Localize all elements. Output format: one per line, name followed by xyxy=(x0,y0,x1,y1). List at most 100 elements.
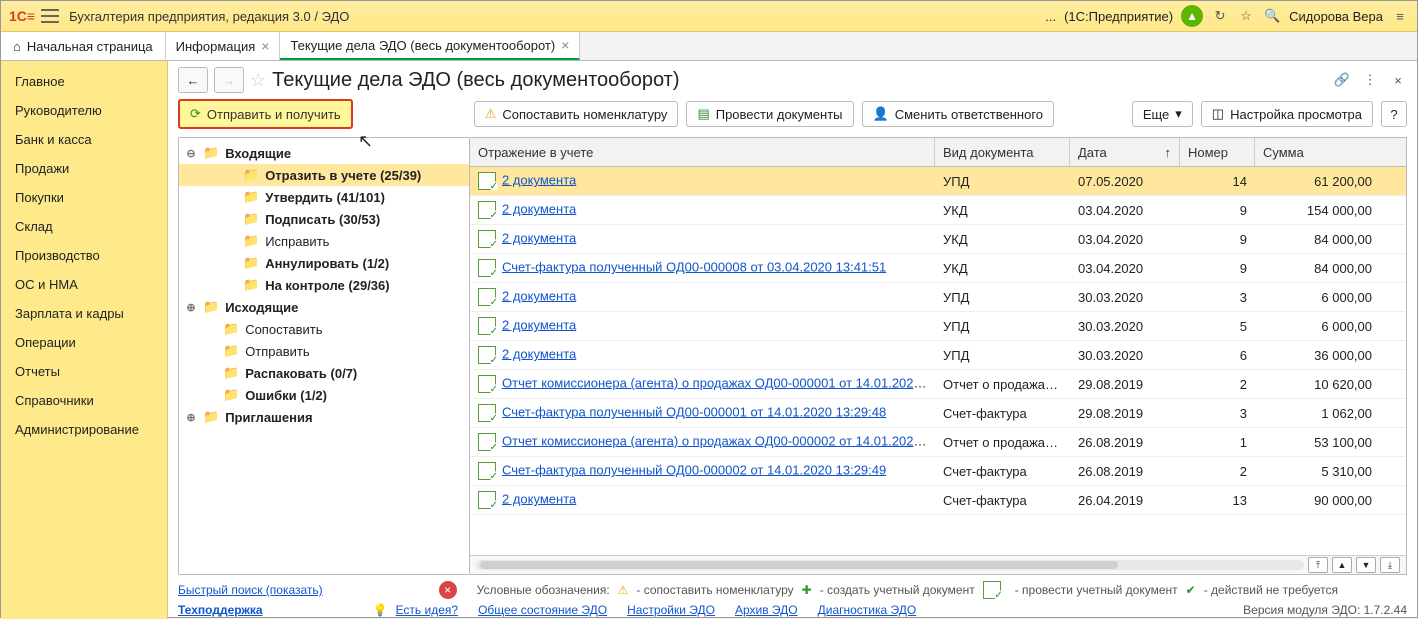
table-row[interactable]: 2 документаУПД30.03.202056 000,00 xyxy=(470,312,1406,341)
footer-link[interactable]: Настройки ЭДО xyxy=(627,603,715,617)
document-link[interactable]: Счет-фактура полученный ОД00-000001 от 1… xyxy=(502,404,886,419)
document-link[interactable]: Отчет комиссионера (агента) о продажах О… xyxy=(502,375,932,390)
tree-node[interactable]: 📁Утвердить (41/101) xyxy=(179,186,469,208)
sidebar-item[interactable]: Банк и касса xyxy=(1,125,167,154)
table-row[interactable]: 2 документаУКД03.04.20209154 000,00 xyxy=(470,196,1406,225)
table-row[interactable]: 2 документаУКД03.04.2020984 000,00 xyxy=(470,225,1406,254)
tree-node[interactable]: 📁Распаковать (0/7) xyxy=(179,362,469,384)
horizontal-scrollbar[interactable] xyxy=(476,560,1304,570)
sidebar-item[interactable]: Производство xyxy=(1,241,167,270)
star-icon[interactable]: ☆ xyxy=(250,70,266,91)
grid-first-button[interactable]: ⤒ xyxy=(1308,557,1328,573)
tree-label: Ошибки (1/2) xyxy=(245,388,327,403)
expand-icon[interactable]: ⊕ xyxy=(185,411,197,424)
document-link[interactable]: 2 документа xyxy=(502,172,576,187)
sidebar-item[interactable]: Руководителю xyxy=(1,96,167,125)
nav-back-button[interactable]: ← xyxy=(178,67,208,93)
document-link[interactable]: 2 документа xyxy=(502,201,576,216)
sidebar-item[interactable]: Продажи xyxy=(1,154,167,183)
nav-forward-button[interactable]: → xyxy=(214,67,244,93)
quick-search-link[interactable]: Быстрый поиск (показать) xyxy=(178,583,323,597)
sidebar-item[interactable]: Отчеты xyxy=(1,357,167,386)
favorite-icon[interactable]: ☆ xyxy=(1237,7,1255,25)
col-header[interactable]: Сумма xyxy=(1255,138,1380,166)
document-link[interactable]: Счет-фактура полученный ОД00-000008 от 0… xyxy=(502,259,886,274)
col-header-date[interactable]: Дата ↑ xyxy=(1070,138,1180,166)
sidebar-item[interactable]: ОС и НМА xyxy=(1,270,167,299)
document-link[interactable]: 2 документа xyxy=(502,346,576,361)
close-page-icon[interactable]: × xyxy=(1389,71,1407,89)
sidebar-item[interactable]: Зарплата и кадры xyxy=(1,299,167,328)
window-menu-icon[interactable]: ≡ xyxy=(1391,7,1409,25)
table-row[interactable]: 2 документаУПД30.03.2020636 000,00 xyxy=(470,341,1406,370)
table-row[interactable]: 2 документаСчет-фактура26.04.20191390 00… xyxy=(470,486,1406,515)
document-link[interactable]: Отчет комиссионера (агента) о продажах О… xyxy=(502,433,932,448)
table-row[interactable]: Отчет комиссионера (агента) о продажах О… xyxy=(470,370,1406,399)
table-row[interactable]: Счет-фактура полученный ОД00-000008 от 0… xyxy=(470,254,1406,283)
conduct-documents-button[interactable]: ▤ Провести документы xyxy=(686,101,853,127)
tab-home[interactable]: ⌂ Начальная страница xyxy=(1,32,166,60)
history-icon[interactable]: ↻ xyxy=(1211,7,1229,25)
tree-node[interactable]: ⊖📁Входящие xyxy=(179,142,469,164)
document-link[interactable]: 2 документа xyxy=(502,288,576,303)
expand-icon[interactable]: ⊖ xyxy=(185,147,197,160)
document-link[interactable]: 2 документа xyxy=(502,317,576,332)
document-link[interactable]: Счет-фактура полученный ОД00-000002 от 1… xyxy=(502,462,886,477)
search-icon[interactable]: 🔍 xyxy=(1263,7,1281,25)
clear-search-icon[interactable]: × xyxy=(439,581,457,599)
close-icon[interactable]: × xyxy=(261,38,269,54)
page-title: Текущие дела ЭДО (весь документооборот) xyxy=(272,69,679,92)
grid-down-button[interactable]: ▼ xyxy=(1356,557,1376,573)
footer-link[interactable]: Общее состояние ЭДО xyxy=(478,603,607,617)
table-row[interactable]: Счет-фактура полученный ОД00-000001 от 1… xyxy=(470,399,1406,428)
link-icon[interactable]: 🔗 xyxy=(1333,71,1351,89)
idea-link[interactable]: Есть идея? xyxy=(396,603,459,617)
help-button[interactable]: ? xyxy=(1381,101,1407,127)
change-responsible-button[interactable]: 👤 Сменить ответственного xyxy=(862,101,1055,127)
tab-info[interactable]: Информация × xyxy=(166,32,281,60)
col-header[interactable]: Номер xyxy=(1180,138,1255,166)
footer-link[interactable]: Архив ЭДО xyxy=(735,603,798,617)
col-header[interactable]: Вид документа xyxy=(935,138,1070,166)
send-receive-button[interactable]: ⟳ Отправить и получить xyxy=(178,99,353,129)
more-button[interactable]: Еще ▾ xyxy=(1132,101,1193,127)
col-header[interactable]: Отражение в учете xyxy=(470,138,935,166)
tree-node[interactable]: ⊕📁Приглашения xyxy=(179,406,469,428)
document-link[interactable]: 2 документа xyxy=(502,491,576,506)
tree-node[interactable]: 📁Ошибки (1/2) xyxy=(179,384,469,406)
sidebar-item[interactable]: Справочники xyxy=(1,386,167,415)
table-row[interactable]: Отчет комиссионера (агента) о продажах О… xyxy=(470,428,1406,457)
close-icon[interactable]: × xyxy=(561,37,569,53)
tree-node[interactable]: 📁Отправить xyxy=(179,340,469,362)
tree-node[interactable]: 📁Сопоставить xyxy=(179,318,469,340)
cell-date: 03.04.2020 xyxy=(1070,232,1180,247)
tree-node[interactable]: 📁Исправить xyxy=(179,230,469,252)
tree-node[interactable]: 📁На контроле (29/36) xyxy=(179,274,469,296)
compare-nomenclature-button[interactable]: ⚠ Сопоставить номенклатуру xyxy=(474,101,679,127)
expand-icon[interactable]: ⊕ xyxy=(185,301,197,314)
tab-edo[interactable]: Текущие дела ЭДО (весь документооборот) … xyxy=(280,32,580,60)
menu-icon[interactable] xyxy=(41,9,59,23)
sidebar-item[interactable]: Главное xyxy=(1,67,167,96)
table-row[interactable]: 2 документаУПД07.05.20201461 200,00 xyxy=(470,167,1406,196)
tree-node[interactable]: 📁Отразить в учете (25/39) xyxy=(179,164,469,186)
table-row[interactable]: 2 документаУПД30.03.202036 000,00 xyxy=(470,283,1406,312)
footer-link[interactable]: Диагностика ЭДО xyxy=(818,603,917,617)
tree-node[interactable]: ⊕📁Исходящие xyxy=(179,296,469,318)
more-icon[interactable]: ⋮ xyxy=(1361,71,1379,89)
sidebar-item[interactable]: Операции xyxy=(1,328,167,357)
table-row[interactable]: Счет-фактура полученный ОД00-000002 от 1… xyxy=(470,457,1406,486)
cell-number: 9 xyxy=(1180,232,1255,247)
view-settings-button[interactable]: ◫ Настройка просмотра xyxy=(1201,101,1373,127)
grid-last-button[interactable]: ⤓ xyxy=(1380,557,1400,573)
notifications-icon[interactable]: ▲ xyxy=(1181,5,1203,27)
tree-node[interactable]: 📁Подписать (30/53) xyxy=(179,208,469,230)
sidebar-item[interactable]: Администрирование xyxy=(1,415,167,444)
support-link[interactable]: Техподдержка xyxy=(178,603,263,617)
sidebar-item[interactable]: Склад xyxy=(1,212,167,241)
sidebar-item[interactable]: Покупки xyxy=(1,183,167,212)
tree-node[interactable]: 📁Аннулировать (1/2) xyxy=(179,252,469,274)
grid-up-button[interactable]: ▲ xyxy=(1332,557,1352,573)
document-link[interactable]: 2 документа xyxy=(502,230,576,245)
user-name[interactable]: Сидорова Вера xyxy=(1289,9,1383,24)
